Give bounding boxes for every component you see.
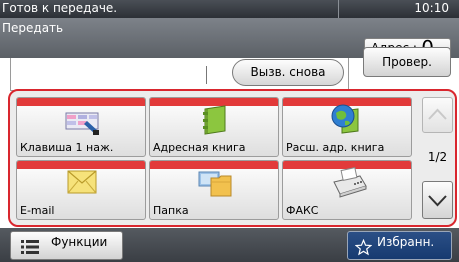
folder-button[interactable]: Папка xyxy=(149,160,279,220)
email-button[interactable]: E-mail xyxy=(16,160,146,220)
folder-icon xyxy=(198,171,232,197)
check-button[interactable]: Провер. xyxy=(363,47,451,77)
favorites-button[interactable]: Избранн. xyxy=(347,231,452,260)
screen-title: Передать xyxy=(2,21,64,35)
envelope-icon xyxy=(67,170,97,194)
ext-address-book-label: Расш. адр. книга xyxy=(286,141,385,154)
star-icon xyxy=(355,239,372,256)
one-touch-key-label: Клавиша 1 наж. xyxy=(20,141,114,154)
bottom-bar: Функции Избранн. xyxy=(0,228,459,262)
ext-address-book-button[interactable]: Расш. адр. книга xyxy=(282,97,412,157)
input-divider xyxy=(206,66,207,84)
one-touch-key-icon xyxy=(65,112,99,135)
address-book-icon xyxy=(203,105,226,135)
status-bar: Готов к передаче. 10:10 xyxy=(0,0,459,18)
email-label: E-mail xyxy=(20,204,55,217)
pager: 1/2 xyxy=(422,97,453,223)
page-up-button[interactable] xyxy=(422,97,453,133)
folder-label: Папка xyxy=(153,204,189,217)
address-book-label: Адресная книга xyxy=(153,141,246,154)
functions-button[interactable]: Функции xyxy=(10,231,123,260)
favorites-label: Избранн. xyxy=(377,235,435,249)
status-divider xyxy=(338,0,339,18)
address-book-button[interactable]: Адресная книга xyxy=(149,97,279,157)
status-message: Готов к передаче. xyxy=(2,1,118,15)
status-time: 10:10 xyxy=(414,1,449,15)
fax-label: ФАКС xyxy=(286,204,319,217)
recall-button[interactable]: Вызв. снова xyxy=(232,59,344,86)
globe-icon xyxy=(331,104,359,134)
fax-machine-icon xyxy=(333,167,367,198)
page-down-button[interactable] xyxy=(422,181,453,219)
one-touch-key-button[interactable]: Клавиша 1 наж. xyxy=(16,97,146,157)
functions-label: Функции xyxy=(51,235,108,249)
chevron-down-icon xyxy=(428,195,447,207)
list-icon xyxy=(21,240,39,254)
chevron-up-icon xyxy=(428,108,447,120)
page-indicator: 1/2 xyxy=(427,150,448,164)
fax-button[interactable]: ФАКС xyxy=(282,160,412,220)
